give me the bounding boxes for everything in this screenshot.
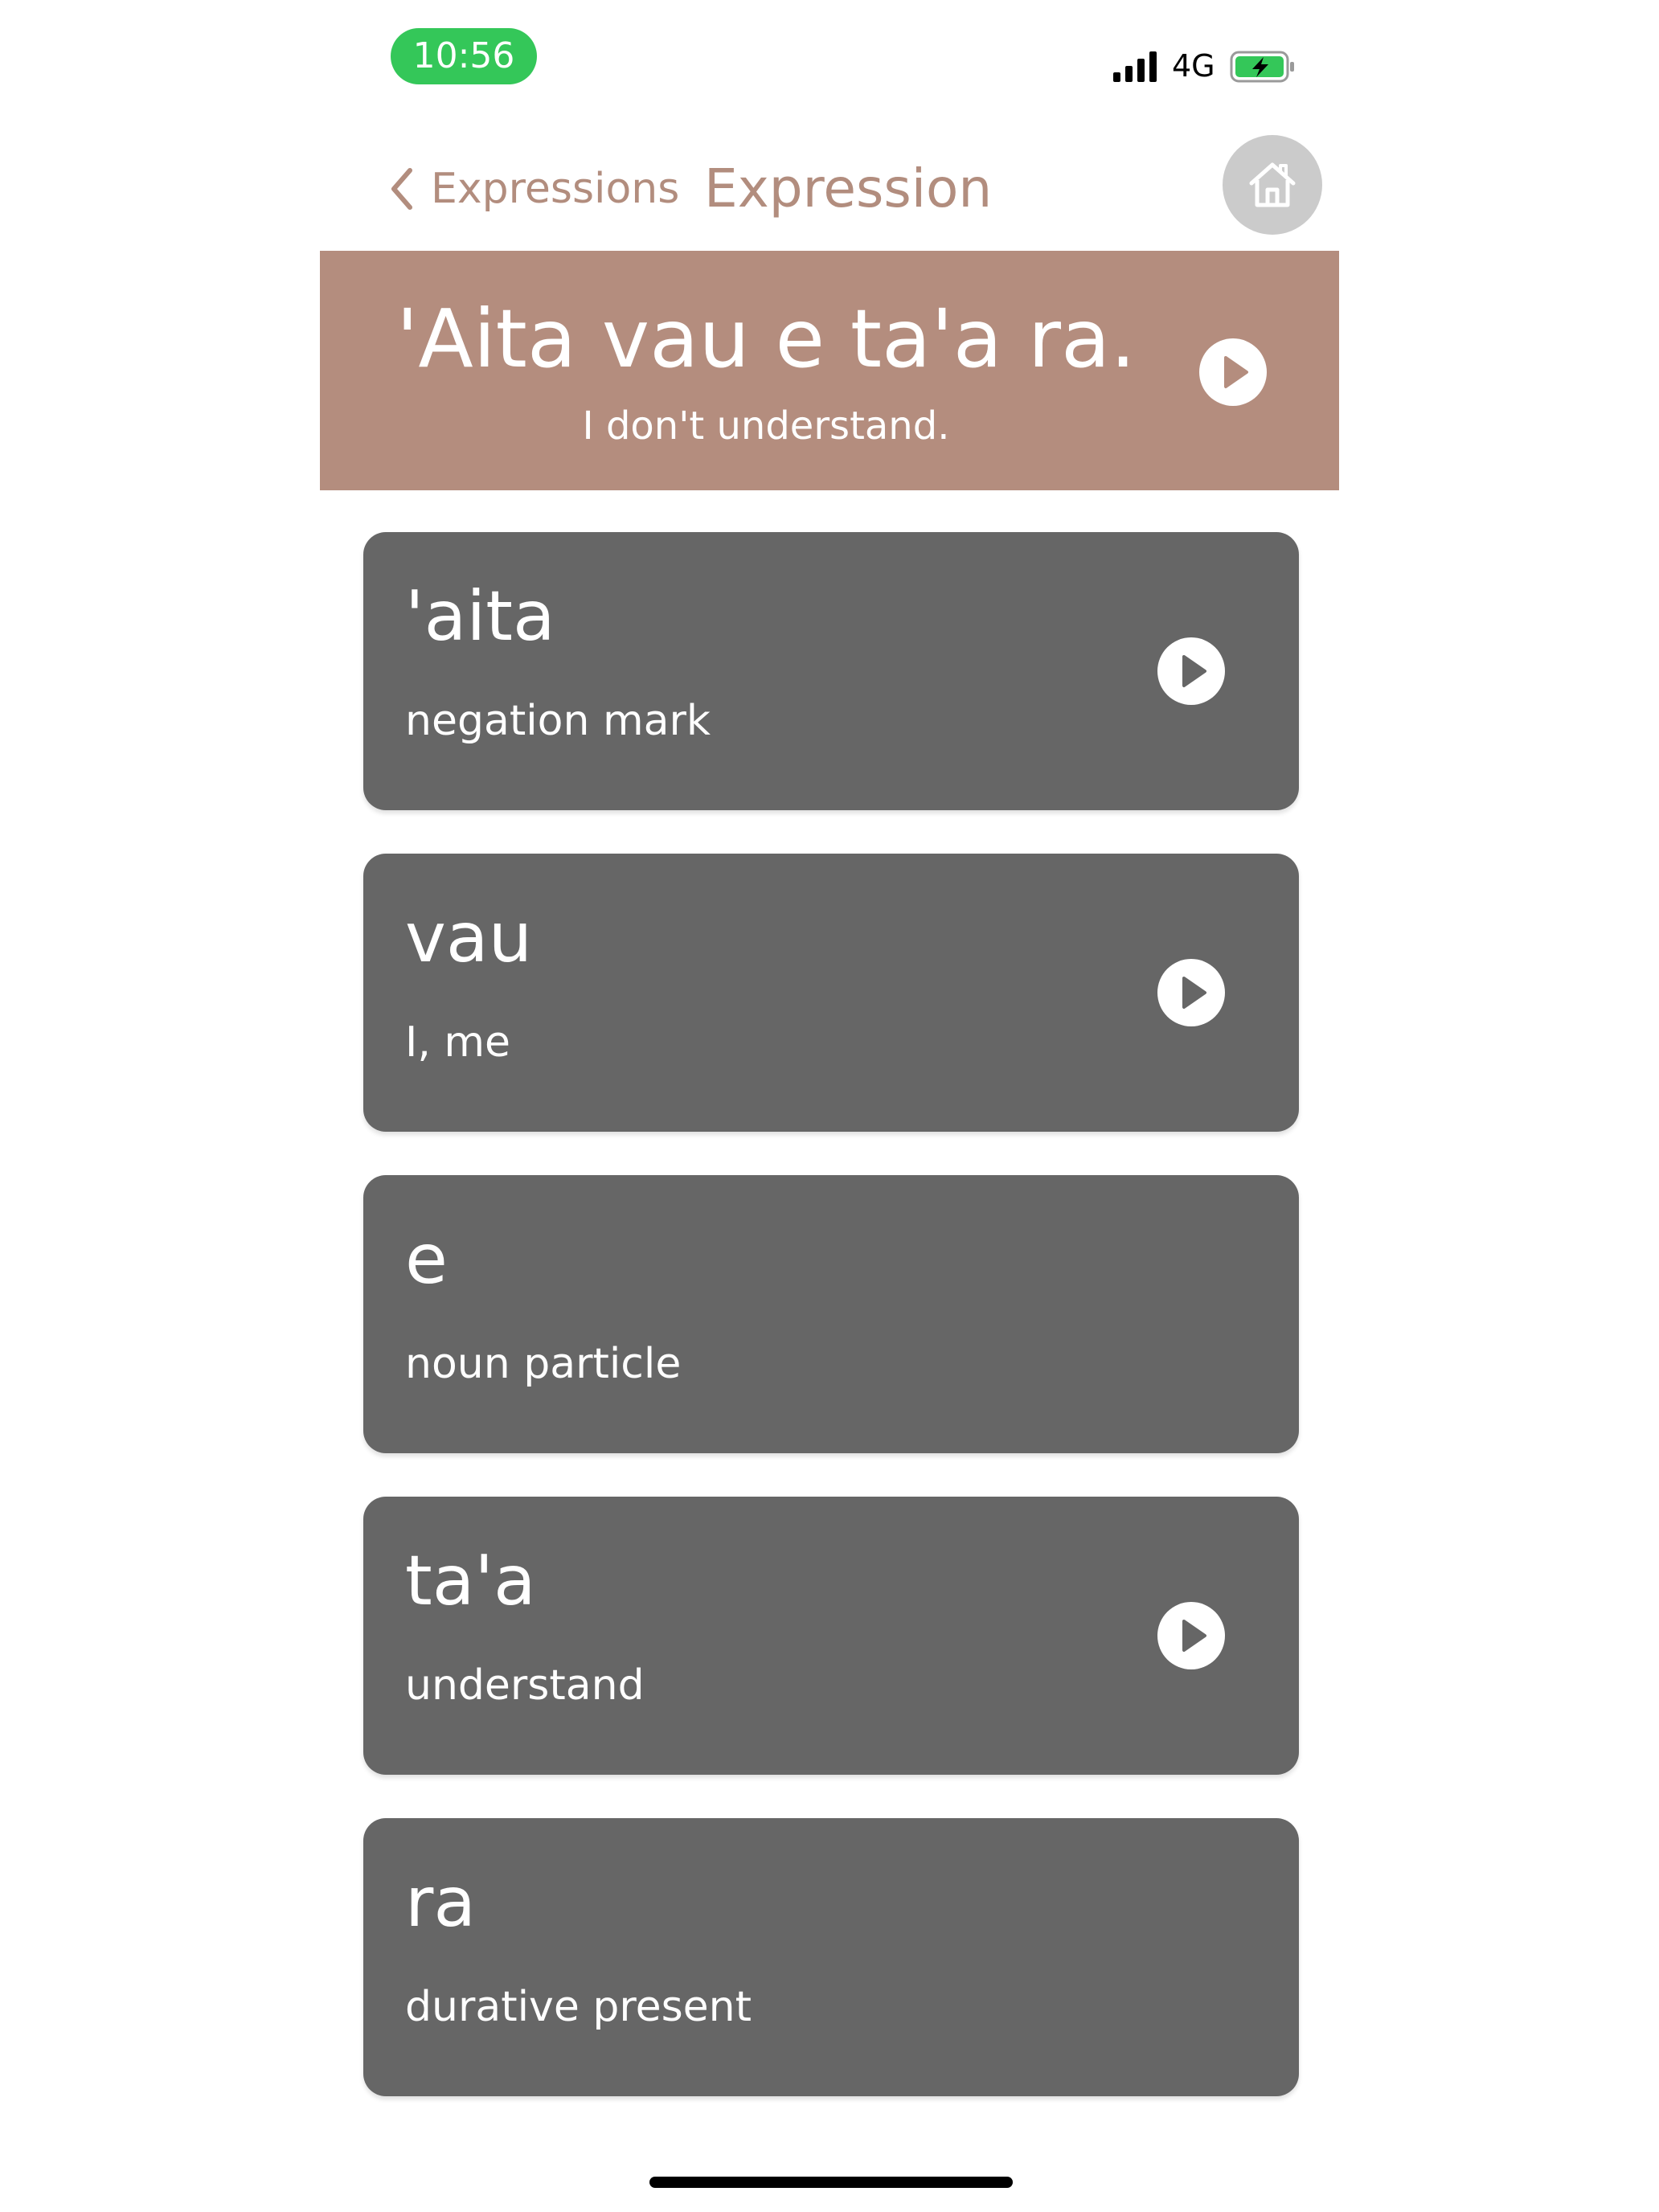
play-circle-icon[interactable]: [1157, 958, 1226, 1027]
word-text: e: [405, 1219, 448, 1300]
word-card[interactable]: ra durative present: [363, 1818, 1299, 2096]
home-button[interactable]: [1223, 135, 1322, 235]
word-meaning: noun particle: [405, 1340, 682, 1388]
app-screen: 10:56 4G Expressions Expression 'Aita va…: [0, 0, 1659, 2212]
word-meaning: I, me: [405, 1018, 511, 1067]
play-circle-icon[interactable]: [1157, 1601, 1226, 1670]
play-circle-icon[interactable]: [1157, 637, 1226, 706]
word-text: 'aita: [405, 576, 555, 657]
word-meaning: negation mark: [405, 697, 711, 745]
word-list: 'aita negation mark vau I, me e noun par…: [363, 532, 1299, 2140]
word-card[interactable]: ta'a understand: [363, 1497, 1299, 1775]
battery-charging-icon: [1230, 51, 1294, 83]
word-meaning: durative present: [405, 1983, 752, 2031]
back-button-label: Expressions: [431, 165, 680, 213]
expression-phrase: 'Aita vau e ta'a ra.: [395, 292, 1137, 386]
chevron-left-icon: [391, 168, 412, 210]
word-card[interactable]: vau I, me: [363, 854, 1299, 1132]
expression-banner: 'Aita vau e ta'a ra. I don't understand.: [320, 251, 1339, 490]
status-time: 10:56: [391, 28, 537, 84]
cellular-signal-icon: [1113, 51, 1157, 82]
network-type: 4G: [1172, 48, 1215, 84]
expression-translation: I don't understand.: [582, 403, 950, 449]
home-icon: [1249, 162, 1296, 207]
home-indicator[interactable]: [649, 2177, 1013, 2188]
page-title: Expression: [704, 158, 993, 219]
word-card[interactable]: 'aita negation mark: [363, 532, 1299, 810]
word-text: ra: [405, 1862, 477, 1943]
word-meaning: understand: [405, 1661, 645, 1710]
word-card[interactable]: e noun particle: [363, 1175, 1299, 1453]
word-text: ta'a: [405, 1541, 536, 1621]
back-button[interactable]: Expressions: [389, 157, 679, 221]
play-circle-icon[interactable]: [1198, 338, 1268, 407]
word-text: vau: [405, 898, 533, 978]
